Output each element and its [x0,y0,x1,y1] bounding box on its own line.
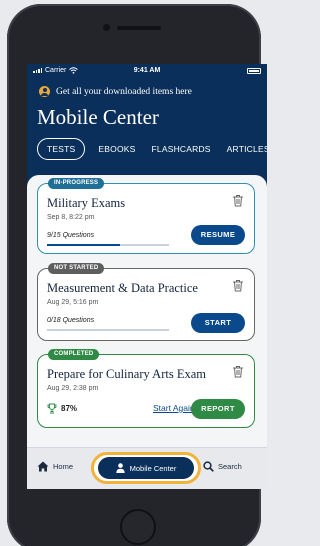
resume-button[interactable]: RESUME [191,225,245,245]
home-icon [37,461,49,472]
start-button[interactable]: START [191,313,245,333]
page-title: Mobile Center [37,105,159,129]
card-date: Aug 29, 2:38 pm [47,385,99,392]
speaker [117,26,161,30]
camera [103,24,110,31]
card-title: Prepare for Culinary Arts Exam [47,367,206,381]
tab-ebooks[interactable]: EBOOKS [98,144,135,154]
download-notice[interactable]: Get all your downloaded items here [39,86,192,97]
status-time: 9:41 AM [133,67,161,74]
app-screen: Carrier 9:41 AM Get all your downloaded … [27,64,267,489]
start-again-link[interactable]: Start Again [153,403,195,413]
card-date: Aug 29, 5:16 pm [47,299,99,306]
user-icon [115,463,125,473]
tab-articles[interactable]: ARTICLES [227,144,267,154]
nav-home[interactable]: Home [37,461,73,472]
score-value: 87% [61,404,78,413]
progress-text: 9/15 Questions [47,232,95,239]
phone-frame: Carrier 9:41 AM Get all your downloaded … [7,4,267,546]
trophy-icon [47,403,57,414]
tests-list: IN-PROGRESS Military Exams Sep 8, 8:22 p… [27,175,267,489]
nav-search-label: Search [218,462,242,471]
progress-text: 0/18 Questions [47,317,95,324]
card-title: Measurement & Data Practice [47,281,198,295]
status-badge: IN-PROGRESS [48,178,105,189]
battery-icon [247,68,261,74]
nav-mobile-label: Mobile Center [129,463,177,473]
status-bar: Carrier 9:41 AM [27,64,267,78]
app-header: Carrier 9:41 AM Get all your downloaded … [27,64,267,189]
score: 87% [47,403,77,414]
status-badge: COMPLETED [48,349,100,360]
status-badge: NOT STARTED [48,263,105,274]
bottom-nav: Home Mobile Center Search [27,447,267,489]
trash-icon[interactable] [232,194,244,207]
tab-bar: TESTS EBOOKS FLASHCARDS ARTICLES [37,138,267,160]
trash-icon[interactable] [232,279,244,292]
notice-text: Get all your downloaded items here [56,86,192,97]
progress-fill [47,244,121,246]
nav-mobile-center[interactable]: Mobile Center [91,452,201,484]
nav-search[interactable]: Search [203,461,242,472]
test-card-military[interactable]: IN-PROGRESS Military Exams Sep 8, 8:22 p… [37,178,255,254]
progress-bar [47,244,169,246]
home-hardware-button[interactable] [120,509,156,545]
card-date: Sep 8, 8:22 pm [47,214,95,221]
trash-icon[interactable] [232,365,244,378]
test-card-culinary[interactable]: COMPLETED Prepare for Culinary Arts Exam… [37,349,255,428]
search-icon [203,461,214,472]
tab-tests[interactable]: TESTS [37,138,86,160]
tab-flashcards[interactable]: FLASHCARDS [152,144,211,154]
report-button[interactable]: REPORT [191,399,245,419]
test-card-measurement[interactable]: NOT STARTED Measurement & Data Practice … [37,263,255,341]
card-title: Military Exams [47,196,126,210]
nav-home-label: Home [53,462,74,471]
user-icon [39,86,50,97]
progress-bar [47,329,169,331]
